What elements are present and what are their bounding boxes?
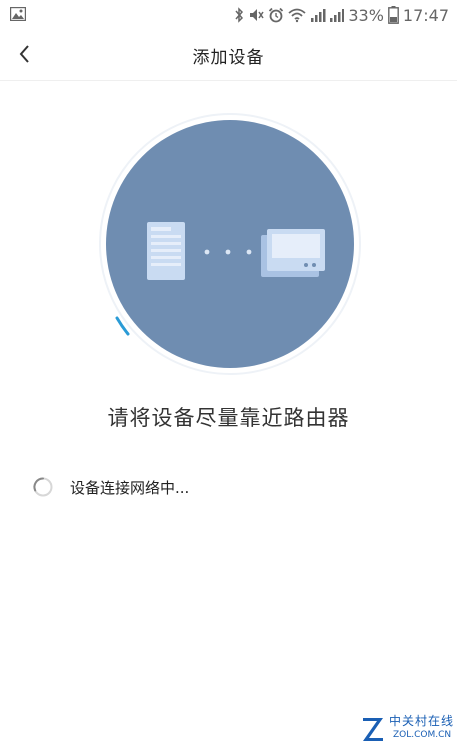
status-bar: 33% 17:47 bbox=[0, 0, 457, 30]
page-title: 添加设备 bbox=[192, 48, 265, 68]
progress-arc bbox=[115, 316, 130, 336]
connection-status: 设备连接网络中... bbox=[32, 474, 189, 500]
phone-icon bbox=[147, 222, 185, 280]
connection-illustration bbox=[99, 113, 361, 375]
device-icon bbox=[261, 229, 325, 277]
mute-icon bbox=[250, 9, 264, 21]
watermark-en: ZOL.COM.CN bbox=[393, 730, 452, 740]
battery-percent: 33% bbox=[348, 5, 384, 25]
status-icons: 33% 17:47 bbox=[234, 4, 449, 26]
zol-logo-icon bbox=[363, 718, 383, 741]
signal-icon-1 bbox=[311, 9, 326, 22]
bluetooth-icon bbox=[235, 7, 244, 23]
gallery-icon bbox=[10, 7, 26, 21]
watermark-cn: 中关村在线 bbox=[389, 714, 455, 728]
alarm-icon bbox=[269, 7, 284, 23]
clock: 17:47 bbox=[402, 5, 449, 25]
spinner-icon bbox=[33, 477, 53, 497]
header: 添加设备 bbox=[0, 30, 457, 81]
proximity-prompt: 请将设备尽量靠近路由器 bbox=[107, 406, 350, 430]
watermark: 中关村在线 ZOL.COM.CN bbox=[361, 710, 453, 746]
connection-status-text: 设备连接网络中... bbox=[70, 478, 190, 497]
wifi-icon bbox=[288, 8, 306, 23]
battery-icon bbox=[387, 6, 399, 24]
signal-icon-2 bbox=[330, 9, 345, 22]
